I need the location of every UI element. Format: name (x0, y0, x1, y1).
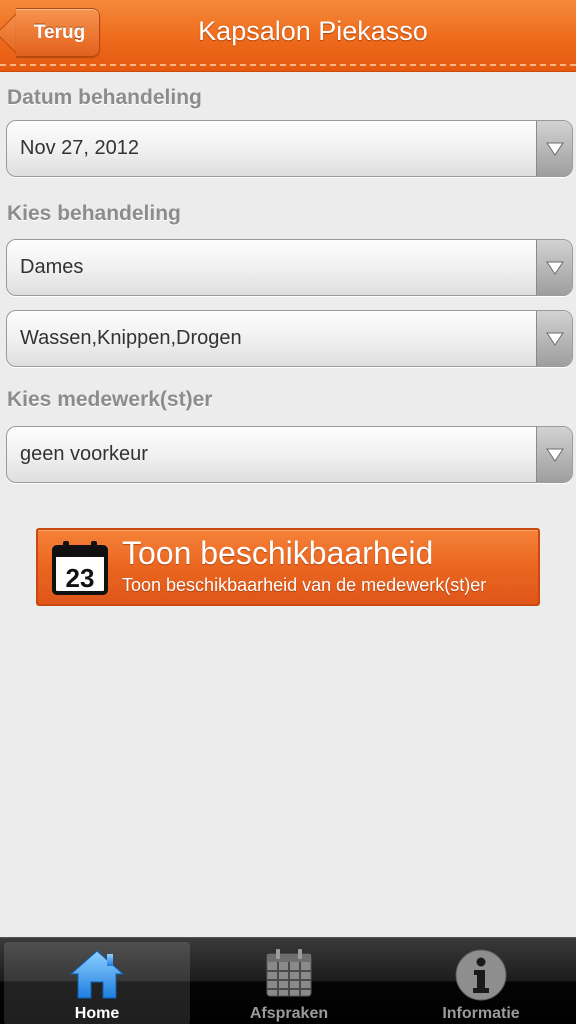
treatment-label: Kies behandeling (7, 202, 181, 225)
employee-select[interactable]: geen voorkeur (6, 426, 573, 483)
chevron-down-icon (536, 240, 572, 295)
tab-home-label: Home (74, 1005, 120, 1022)
tab-informatie-label: Informatie (442, 1005, 520, 1022)
chevron-down-icon (536, 311, 572, 366)
date-label: Datum behandeling (7, 86, 202, 109)
tab-home[interactable]: Home (4, 942, 190, 1024)
employee-label: Kies medewerk(st)er (7, 388, 213, 411)
calendar-day: 23 (66, 563, 95, 593)
treatment-select-value: Wassen,Knippen,Drogen (20, 327, 242, 349)
category-select[interactable]: Dames (6, 239, 573, 296)
back-button[interactable]: Terug (16, 8, 100, 57)
info-icon (388, 948, 574, 1002)
chevron-down-icon (536, 427, 572, 482)
tab-bar: Home Afspraken Informatie (0, 937, 576, 1024)
employee-select-value: geen voorkeur (20, 443, 148, 465)
calendar-icon: 23 (51, 540, 109, 601)
calendar-grid-icon (196, 948, 382, 1000)
nav-header: Terug Kapsalon Piekasso (0, 0, 576, 72)
chevron-down-icon (536, 121, 572, 176)
show-availability-button[interactable]: 23 Toon beschikbaarheid Toon beschikbaar… (36, 528, 540, 606)
date-select-value: Nov 27, 2012 (20, 137, 139, 159)
back-button-label: Terug (33, 21, 86, 43)
home-icon (4, 948, 190, 1000)
category-select-value: Dames (20, 256, 84, 278)
tab-afspraken-label: Afspraken (249, 1005, 329, 1022)
date-select[interactable]: Nov 27, 2012 (6, 120, 573, 177)
tab-afspraken[interactable]: Afspraken (196, 942, 382, 1024)
show-availability-subtitle: Toon beschikbaarheid van de medewerk(st)… (122, 575, 487, 595)
show-availability-title: Toon beschikbaarheid (122, 535, 434, 571)
treatment-select[interactable]: Wassen,Knippen,Drogen (6, 310, 573, 367)
tab-informatie[interactable]: Informatie (388, 942, 574, 1024)
